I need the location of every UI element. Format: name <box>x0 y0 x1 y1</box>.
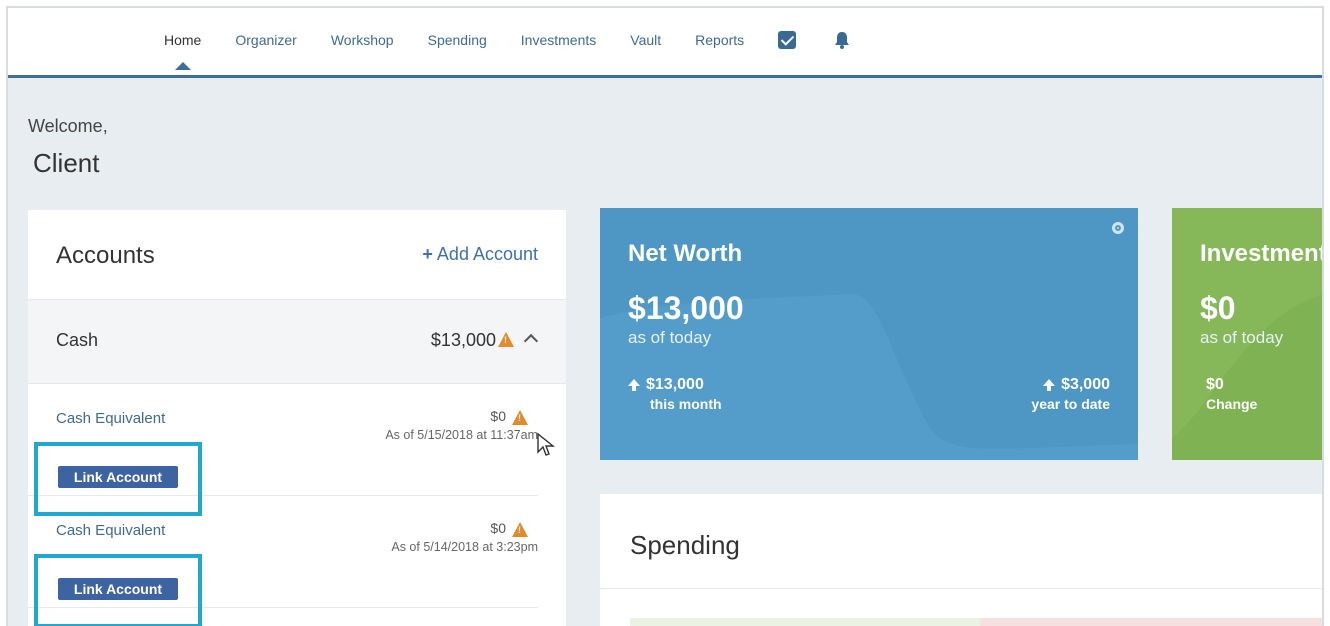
app-window: Home Organizer Workshop Spending Investm… <box>6 6 1324 626</box>
spending-title: Spending <box>630 530 740 560</box>
account-name[interactable]: Cash Equivalent <box>56 410 165 427</box>
account-row: Cash Equivalent $0 As of 5/15/2018 at 11… <box>28 386 538 516</box>
nav-workshop[interactable]: Workshop <box>331 32 394 48</box>
accounts-header: Accounts + Add Account <box>28 210 566 300</box>
arrow-up-icon <box>1043 379 1056 391</box>
net-worth-card[interactable]: Net Worth $13,000 as of today $13,000 th… <box>600 208 1138 460</box>
account-amount: $0 <box>490 408 506 424</box>
nav-items: Home Organizer Workshop Spending Investm… <box>164 30 852 70</box>
investments-title: Investment <box>1200 240 1324 267</box>
investments-as-of: as of today <box>1200 328 1284 347</box>
account-as-of-date: As of 5/15/2018 at 11:37am <box>385 428 538 442</box>
investments-change-stat: $0 Change <box>1206 376 1257 412</box>
investments-value: $0 <box>1200 290 1236 326</box>
add-account-button[interactable]: + Add Account <box>422 244 538 265</box>
net-worth-as-of: as of today <box>628 328 712 347</box>
ytd-label: year to date <box>1031 396 1110 412</box>
nav-home[interactable]: Home <box>164 32 201 70</box>
net-worth-title: Net Worth <box>628 240 743 267</box>
net-worth-ytd-stat: $3,000 year to date <box>1031 376 1110 412</box>
link-account-highlight: Link Account <box>34 554 202 626</box>
warning-icon[interactable] <box>498 332 514 347</box>
spending-income-bar <box>630 618 980 626</box>
mouse-cursor-icon <box>537 432 555 456</box>
nav-organizer[interactable]: Organizer <box>235 32 296 48</box>
arrow-up-icon <box>628 379 640 391</box>
divider <box>600 588 1322 589</box>
account-name[interactable]: Cash Equivalent <box>56 522 165 539</box>
add-account-label: Add Account <box>436 244 538 264</box>
account-amount: $0 <box>490 520 506 536</box>
top-navigation: Home Organizer Workshop Spending Investm… <box>8 8 1322 78</box>
account-as-of-date: As of 5/14/2018 at 3:23pm <box>391 540 538 554</box>
accounts-panel: Accounts +Add Account Cash $13,000 Cash … <box>28 210 566 626</box>
nav-vault[interactable]: Vault <box>630 32 661 48</box>
accounts-title: Accounts <box>56 242 155 269</box>
warning-icon[interactable] <box>512 522 528 537</box>
account-row: Cash Equivalent $0 As of 5/14/2018 at 3:… <box>28 498 538 626</box>
cash-group-row[interactable]: Cash $13,000 <box>28 300 566 384</box>
gear-icon[interactable] <box>1112 222 1124 234</box>
net-worth-month-stat: $13,000 this month <box>628 376 722 412</box>
spending-panel: Spending <box>600 494 1322 626</box>
spending-expense-bar <box>980 618 1322 626</box>
link-account-button[interactable]: Link Account <box>58 466 178 488</box>
ytd-value: $3,000 <box>1061 376 1110 393</box>
welcome-greeting: Welcome, <box>28 116 108 136</box>
checkbox-icon[interactable] <box>778 31 797 49</box>
net-worth-value: $13,000 <box>628 290 744 326</box>
bell-icon[interactable] <box>832 30 852 50</box>
warning-icon[interactable] <box>512 410 528 425</box>
plus-icon: + <box>422 244 433 264</box>
change-value: $0 <box>1206 376 1224 393</box>
cash-group-label: Cash <box>56 330 99 350</box>
chevron-up-icon[interactable] <box>523 333 539 349</box>
cash-group-amount: $13,000 <box>430 330 496 350</box>
client-name: Client <box>33 148 100 178</box>
nav-spending[interactable]: Spending <box>428 32 487 48</box>
nav-reports[interactable]: Reports <box>695 32 744 48</box>
investments-card[interactable]: Investment $0 as of today $0 Change <box>1172 208 1324 460</box>
month-label: this month <box>650 396 722 412</box>
nav-investments[interactable]: Investments <box>521 32 596 48</box>
link-account-button[interactable]: Link Account <box>58 578 178 600</box>
change-label: Change <box>1206 396 1258 412</box>
month-value: $13,000 <box>646 376 704 393</box>
